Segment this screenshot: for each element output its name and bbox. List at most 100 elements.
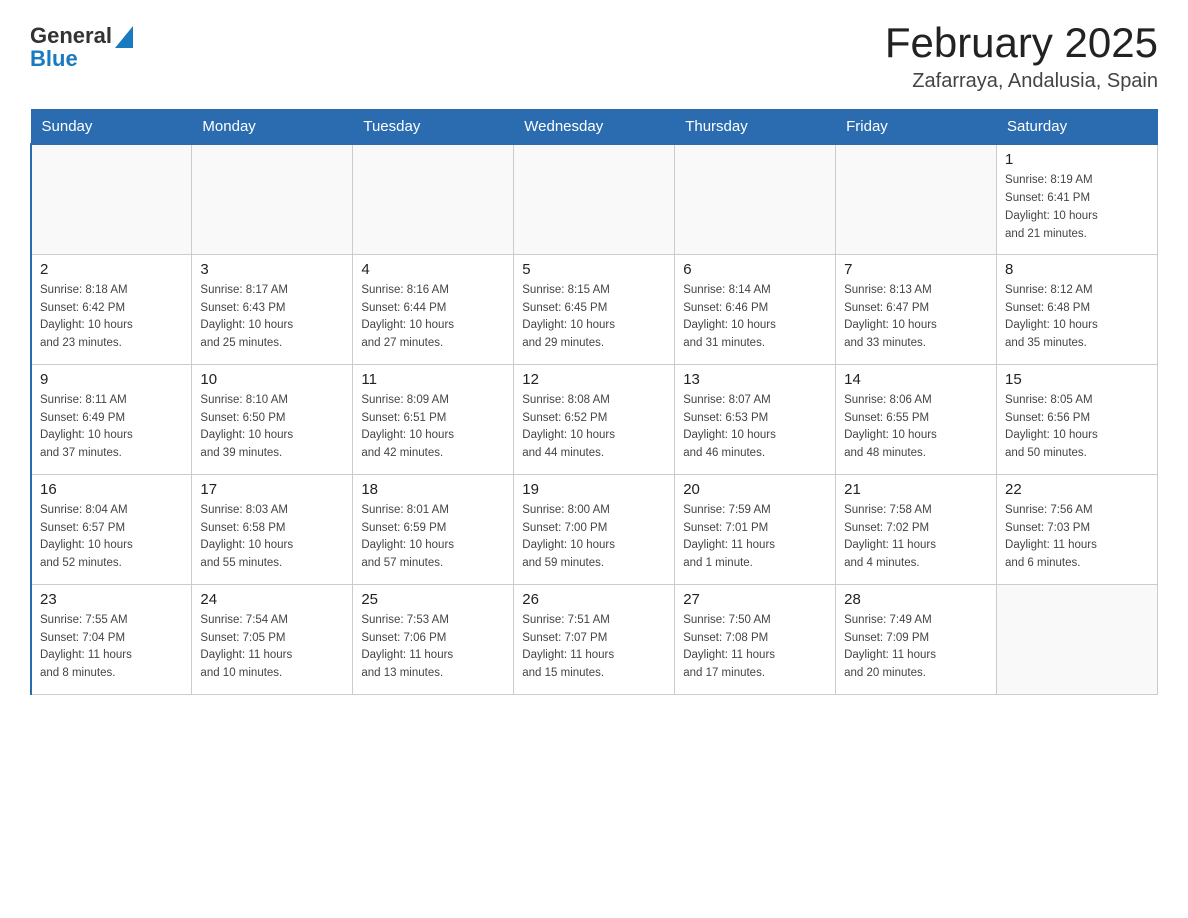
calendar-header-row: SundayMondayTuesdayWednesdayThursdayFrid… bbox=[31, 110, 1158, 145]
title-block: February 2025 Zafarraya, Andalusia, Spai… bbox=[885, 20, 1158, 93]
day-number: 21 bbox=[844, 481, 988, 498]
day-info: Sunrise: 8:10 AM Sunset: 6:50 PM Dayligh… bbox=[200, 392, 344, 463]
day-number: 16 bbox=[40, 481, 183, 498]
day-info: Sunrise: 7:49 AM Sunset: 7:09 PM Dayligh… bbox=[844, 612, 988, 683]
day-info: Sunrise: 8:14 AM Sunset: 6:46 PM Dayligh… bbox=[683, 282, 827, 353]
day-info: Sunrise: 8:08 AM Sunset: 6:52 PM Dayligh… bbox=[522, 392, 666, 463]
day-number: 9 bbox=[40, 371, 183, 388]
day-info: Sunrise: 7:59 AM Sunset: 7:01 PM Dayligh… bbox=[683, 502, 827, 573]
day-info: Sunrise: 7:58 AM Sunset: 7:02 PM Dayligh… bbox=[844, 502, 988, 573]
day-number: 1 bbox=[1005, 151, 1149, 168]
day-info: Sunrise: 7:50 AM Sunset: 7:08 PM Dayligh… bbox=[683, 612, 827, 683]
day-of-week-header: Saturday bbox=[997, 110, 1158, 145]
page-header: General Blue February 2025 Zafarraya, An… bbox=[30, 20, 1158, 93]
day-number: 13 bbox=[683, 371, 827, 388]
day-number: 24 bbox=[200, 591, 344, 608]
day-info: Sunrise: 8:06 AM Sunset: 6:55 PM Dayligh… bbox=[844, 392, 988, 463]
day-info: Sunrise: 8:19 AM Sunset: 6:41 PM Dayligh… bbox=[1005, 172, 1149, 243]
calendar-day-cell: 24 Sunrise: 7:54 AM Sunset: 7:05 PM Dayli… bbox=[192, 584, 353, 694]
calendar-day-cell: 1 Sunrise: 8:19 AM Sunset: 6:41 PM Daylig… bbox=[997, 144, 1158, 254]
day-info: Sunrise: 8:00 AM Sunset: 7:00 PM Dayligh… bbox=[522, 502, 666, 573]
calendar-day-cell: 27 Sunrise: 7:50 AM Sunset: 7:08 PM Dayli… bbox=[675, 584, 836, 694]
day-info: Sunrise: 8:16 AM Sunset: 6:44 PM Dayligh… bbox=[361, 282, 505, 353]
calendar-day-cell: 6 Sunrise: 8:14 AM Sunset: 6:46 PM Daylig… bbox=[675, 254, 836, 364]
day-of-week-header: Friday bbox=[836, 110, 997, 145]
calendar-day-cell: 14 Sunrise: 8:06 AM Sunset: 6:55 PM Dayli… bbox=[836, 364, 997, 474]
calendar-title: February 2025 bbox=[885, 20, 1158, 66]
calendar-day-cell: 22 Sunrise: 7:56 AM Sunset: 7:03 PM Dayli… bbox=[997, 474, 1158, 584]
calendar-day-cell: 28 Sunrise: 7:49 AM Sunset: 7:09 PM Dayli… bbox=[836, 584, 997, 694]
calendar-day-cell: 10 Sunrise: 8:10 AM Sunset: 6:50 PM Dayli… bbox=[192, 364, 353, 474]
day-number: 22 bbox=[1005, 481, 1149, 498]
day-number: 4 bbox=[361, 261, 505, 278]
day-info: Sunrise: 7:51 AM Sunset: 7:07 PM Dayligh… bbox=[522, 612, 666, 683]
calendar-day-cell: 20 Sunrise: 7:59 AM Sunset: 7:01 PM Dayli… bbox=[675, 474, 836, 584]
day-info: Sunrise: 7:56 AM Sunset: 7:03 PM Dayligh… bbox=[1005, 502, 1149, 573]
day-of-week-header: Tuesday bbox=[353, 110, 514, 145]
calendar-table: SundayMondayTuesdayWednesdayThursdayFrid… bbox=[30, 109, 1158, 695]
calendar-day-cell: 2 Sunrise: 8:18 AM Sunset: 6:42 PM Daylig… bbox=[31, 254, 192, 364]
logo-blue-text: Blue bbox=[30, 48, 133, 70]
calendar-day-cell: 5 Sunrise: 8:15 AM Sunset: 6:45 PM Daylig… bbox=[514, 254, 675, 364]
calendar-day-cell: 11 Sunrise: 8:09 AM Sunset: 6:51 PM Dayli… bbox=[353, 364, 514, 474]
day-info: Sunrise: 7:53 AM Sunset: 7:06 PM Dayligh… bbox=[361, 612, 505, 683]
day-number: 10 bbox=[200, 371, 344, 388]
day-of-week-header: Monday bbox=[192, 110, 353, 145]
day-number: 6 bbox=[683, 261, 827, 278]
day-info: Sunrise: 8:09 AM Sunset: 6:51 PM Dayligh… bbox=[361, 392, 505, 463]
day-number: 26 bbox=[522, 591, 666, 608]
day-info: Sunrise: 7:54 AM Sunset: 7:05 PM Dayligh… bbox=[200, 612, 344, 683]
calendar-day-cell bbox=[192, 144, 353, 254]
calendar-day-cell bbox=[997, 584, 1158, 694]
day-info: Sunrise: 8:07 AM Sunset: 6:53 PM Dayligh… bbox=[683, 392, 827, 463]
day-number: 20 bbox=[683, 481, 827, 498]
calendar-day-cell: 9 Sunrise: 8:11 AM Sunset: 6:49 PM Daylig… bbox=[31, 364, 192, 474]
calendar-day-cell: 8Sunrise: 8:12 AM Sunset: 6:48 PM Daylig… bbox=[997, 254, 1158, 364]
day-of-week-header: Wednesday bbox=[514, 110, 675, 145]
day-info: Sunrise: 8:15 AM Sunset: 6:45 PM Dayligh… bbox=[522, 282, 666, 353]
calendar-day-cell: 13 Sunrise: 8:07 AM Sunset: 6:53 PM Dayli… bbox=[675, 364, 836, 474]
calendar-day-cell: 21 Sunrise: 7:58 AM Sunset: 7:02 PM Dayli… bbox=[836, 474, 997, 584]
logo-general-text: General bbox=[30, 25, 112, 47]
calendar-day-cell bbox=[353, 144, 514, 254]
day-info: Sunrise: 8:05 AM Sunset: 6:56 PM Dayligh… bbox=[1005, 392, 1149, 463]
calendar-day-cell: 23Sunrise: 7:55 AM Sunset: 7:04 PM Dayli… bbox=[31, 584, 192, 694]
day-number: 14 bbox=[844, 371, 988, 388]
day-number: 17 bbox=[200, 481, 344, 498]
logo-triangle-icon bbox=[115, 26, 133, 48]
calendar-week-row: 9 Sunrise: 8:11 AM Sunset: 6:49 PM Daylig… bbox=[31, 364, 1158, 474]
calendar-week-row: 2 Sunrise: 8:18 AM Sunset: 6:42 PM Daylig… bbox=[31, 254, 1158, 364]
logo: General Blue bbox=[30, 24, 133, 70]
calendar-day-cell bbox=[31, 144, 192, 254]
calendar-day-cell: 12 Sunrise: 8:08 AM Sunset: 6:52 PM Dayli… bbox=[514, 364, 675, 474]
day-number: 2 bbox=[40, 261, 183, 278]
calendar-subtitle: Zafarraya, Andalusia, Spain bbox=[885, 70, 1158, 93]
calendar-day-cell: 17 Sunrise: 8:03 AM Sunset: 6:58 PM Dayli… bbox=[192, 474, 353, 584]
calendar-day-cell: 25 Sunrise: 7:53 AM Sunset: 7:06 PM Dayli… bbox=[353, 584, 514, 694]
day-number: 8 bbox=[1005, 261, 1149, 278]
day-number: 15 bbox=[1005, 371, 1149, 388]
calendar-day-cell: 15 Sunrise: 8:05 AM Sunset: 6:56 PM Dayli… bbox=[997, 364, 1158, 474]
day-number: 5 bbox=[522, 261, 666, 278]
calendar-day-cell: 3Sunrise: 8:17 AM Sunset: 6:43 PM Daylig… bbox=[192, 254, 353, 364]
day-info: Sunrise: 8:18 AM Sunset: 6:42 PM Dayligh… bbox=[40, 282, 183, 353]
day-number: 28 bbox=[844, 591, 988, 608]
day-number: 25 bbox=[361, 591, 505, 608]
day-of-week-header: Thursday bbox=[675, 110, 836, 145]
day-number: 18 bbox=[361, 481, 505, 498]
day-number: 27 bbox=[683, 591, 827, 608]
day-info: Sunrise: 8:04 AM Sunset: 6:57 PM Dayligh… bbox=[40, 502, 183, 573]
calendar-week-row: 16 Sunrise: 8:04 AM Sunset: 6:57 PM Dayli… bbox=[31, 474, 1158, 584]
calendar-day-cell: 4 Sunrise: 8:16 AM Sunset: 6:44 PM Daylig… bbox=[353, 254, 514, 364]
day-info: Sunrise: 8:13 AM Sunset: 6:47 PM Dayligh… bbox=[844, 282, 988, 353]
calendar-day-cell: 7Sunrise: 8:13 AM Sunset: 6:47 PM Daylig… bbox=[836, 254, 997, 364]
day-of-week-header: Sunday bbox=[31, 110, 192, 145]
day-number: 11 bbox=[361, 371, 505, 388]
day-number: 12 bbox=[522, 371, 666, 388]
day-info: Sunrise: 8:11 AM Sunset: 6:49 PM Dayligh… bbox=[40, 392, 183, 463]
calendar-day-cell bbox=[836, 144, 997, 254]
calendar-day-cell: 19Sunrise: 8:00 AM Sunset: 7:00 PM Dayli… bbox=[514, 474, 675, 584]
day-info: Sunrise: 8:03 AM Sunset: 6:58 PM Dayligh… bbox=[200, 502, 344, 573]
day-info: Sunrise: 8:01 AM Sunset: 6:59 PM Dayligh… bbox=[361, 502, 505, 573]
calendar-week-row: 23Sunrise: 7:55 AM Sunset: 7:04 PM Dayli… bbox=[31, 584, 1158, 694]
